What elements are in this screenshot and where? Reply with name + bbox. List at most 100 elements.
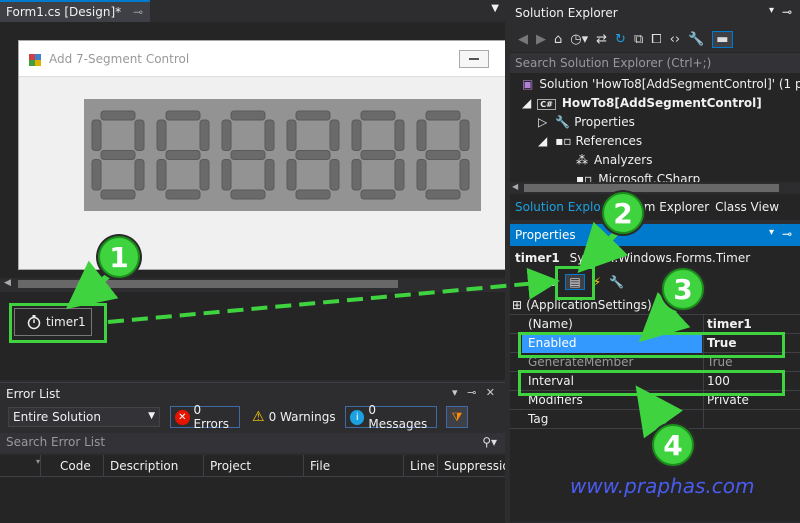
collapse-all-icon[interactable]: ⧉ <box>634 32 643 47</box>
highlight-timer1 <box>9 303 107 343</box>
property-row-tag[interactable]: Tag <box>510 410 800 429</box>
errors-filter-button[interactable]: ✕ 0 Errors <box>170 403 240 431</box>
segment <box>134 159 145 191</box>
segment <box>165 189 201 200</box>
error-table-body <box>0 477 505 523</box>
solution-search-input[interactable]: Search Solution Explorer (Ctrl+;) <box>510 53 800 73</box>
solution-hscrollbar[interactable]: ◀ <box>510 182 800 194</box>
segment <box>425 150 461 160</box>
sync-icon[interactable]: ⇄ <box>596 32 607 47</box>
property-name: Tag <box>528 412 549 426</box>
error-list-panel: Error List ▾ ⊸ ✕ Entire Solution ▼ ✕ 0 E… <box>0 382 505 523</box>
tree-item-project[interactable]: ◢ C# HowTo8[AddSegmentControl] <box>522 96 800 114</box>
filter-icon: ⧩ <box>451 409 463 424</box>
segment <box>459 159 470 191</box>
forward-icon[interactable]: ▶ <box>536 32 546 47</box>
dropdown-icon[interactable]: ▾ <box>769 5 774 16</box>
seven-segment-display[interactable] <box>84 99 481 211</box>
pin-icon[interactable]: ⊸ <box>782 227 792 241</box>
segment <box>264 119 275 151</box>
wrench-icon[interactable]: 🔧 <box>688 32 704 47</box>
segment <box>100 110 136 121</box>
segment <box>295 189 331 200</box>
tree-item-references[interactable]: ◢ ▪▫ References <box>538 134 800 152</box>
error-search-input[interactable]: Search Error List ⚲▾ <box>0 433 505 453</box>
col-code[interactable]: Code <box>54 455 104 477</box>
property-row-appsettings[interactable]: ⊞ (ApplicationSettings) <box>510 296 800 315</box>
expanded-icon: ◢ <box>538 134 548 148</box>
scope-value: Entire Solution <box>13 410 101 424</box>
scroll-left-icon[interactable]: ◀ <box>512 182 518 191</box>
segment <box>351 119 362 151</box>
callout-4: 4 <box>652 424 694 466</box>
sort-icon[interactable]: ▾ <box>36 455 42 477</box>
error-list-title: Error List <box>6 387 61 401</box>
tab-label: Form1.cs [Design]* <box>6 5 122 19</box>
tab-form1-design[interactable]: Form1.cs [Design]* ⊸ ✕ <box>0 0 150 22</box>
form-title: Add 7-Segment Control <box>49 52 190 66</box>
col-description[interactable]: Description <box>104 455 204 477</box>
tab-class-view[interactable]: Class View <box>715 200 779 216</box>
form-window[interactable]: Add 7-Segment Control <box>18 40 508 270</box>
properties-header: Properties ▾ ⊸ <box>510 224 800 246</box>
errors-count: 0 Errors <box>193 403 230 431</box>
history-icon[interactable]: ◷▾ <box>570 32 588 47</box>
object-type: System.Windows.Forms.Timer <box>569 251 751 265</box>
col-line[interactable]: Line <box>404 455 438 477</box>
pin-icon[interactable]: ⊸ <box>467 386 476 399</box>
object-selector[interactable]: timer1 System.Windows.Forms.Timer <box>510 248 800 268</box>
chevron-down-icon: ▼ <box>148 411 155 421</box>
property-pages-icon[interactable]: 🔧 <box>609 275 624 289</box>
segment <box>295 110 331 121</box>
segment <box>221 159 232 191</box>
messages-filter-button[interactable]: i 0 Messages <box>345 403 437 431</box>
close-icon[interactable]: ✕ <box>486 386 495 399</box>
view-code-icon[interactable]: ‹› <box>670 32 680 47</box>
minimize-button[interactable] <box>459 50 489 68</box>
col-project[interactable]: Project <box>204 455 304 477</box>
messages-count: 0 Messages <box>368 403 428 431</box>
watermark: www.praphas.com <box>570 474 755 498</box>
segment <box>91 159 102 191</box>
segment <box>416 159 427 191</box>
pin-icon[interactable]: ⊸ <box>782 5 792 19</box>
preview-icon[interactable]: ▬ <box>712 30 733 48</box>
solution-tree: ▣ Solution 'HowTo8[AddSegmentControl]' (1… <box>510 77 800 182</box>
tree-item-solution[interactable]: ▣ Solution 'HowTo8[AddSegmentControl]' (1… <box>522 77 800 95</box>
error-table-header: ▾ Code Description Project File Line Sup… <box>0 455 505 477</box>
segment <box>100 189 136 200</box>
dropdown-icon[interactable]: ▾ <box>452 386 458 399</box>
panel-controls: ▾ ⊸ ✕ <box>452 386 495 399</box>
tree-item-properties[interactable]: ▷ 🔧 Properties <box>538 115 800 133</box>
segment <box>199 159 210 191</box>
dropdown-icon[interactable]: ▾ <box>769 227 774 238</box>
error-icon: ✕ <box>175 409 190 425</box>
solution-search-placeholder: Search Solution Explorer (Ctrl+;) <box>515 56 712 70</box>
refresh-icon[interactable]: ↻ <box>615 32 626 47</box>
segment-digit <box>416 110 470 200</box>
show-all-files-icon[interactable]: ⧠ <box>651 32 661 47</box>
filter-build-button[interactable]: ⧩ <box>446 406 468 428</box>
solution-icon: ▣ <box>522 77 534 91</box>
segment <box>230 110 266 121</box>
tree-item-microsoft-csharp[interactable]: ▪▫ Microsoft.CSharp <box>576 172 800 182</box>
home-icon[interactable]: ⌂ <box>554 32 562 47</box>
highlight-properties-button <box>555 266 595 300</box>
designer-hscrollbar[interactable]: ◀ <box>0 278 505 290</box>
pin-icon[interactable]: ⊸ <box>133 5 143 19</box>
scroll-thumb[interactable] <box>18 280 398 288</box>
segment <box>351 159 362 191</box>
tree-item-analyzers[interactable]: ⁂ Analyzers <box>576 153 800 171</box>
back-icon[interactable]: ◀ <box>518 32 528 47</box>
scope-select[interactable]: Entire Solution ▼ <box>8 407 160 427</box>
col-file[interactable]: File <box>304 455 404 477</box>
tab-dropdown-icon[interactable]: ▼ <box>491 3 499 14</box>
segment <box>134 119 145 151</box>
segment <box>199 119 210 151</box>
warnings-filter-button[interactable]: ⚠ 0 Warnings <box>248 406 338 428</box>
segment <box>264 159 275 191</box>
properties-toolbar: ↓a ▤ ⚡ 🔧 <box>510 270 800 294</box>
col-suppression[interactable]: Suppressio <box>438 455 505 477</box>
scroll-thumb[interactable] <box>524 184 779 192</box>
scroll-left-icon[interactable]: ◀ <box>4 278 11 288</box>
